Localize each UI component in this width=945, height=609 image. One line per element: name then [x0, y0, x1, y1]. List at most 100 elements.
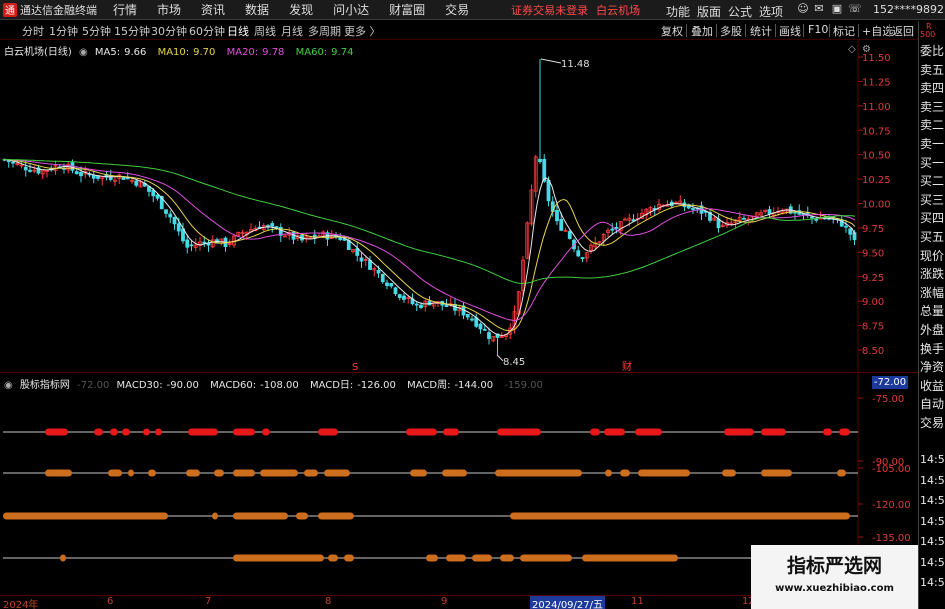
pane-separator: [0, 372, 918, 373]
menu-wealth[interactable]: 财富圈: [389, 1, 425, 18]
macd-signal-bar: [296, 512, 308, 520]
menu-news[interactable]: 资讯: [201, 1, 225, 18]
candle-body: [419, 304, 423, 309]
price-axis-label: 8.75: [862, 322, 884, 333]
macd-signal-bar: [590, 428, 600, 436]
menu-quotes[interactable]: 行情: [113, 1, 137, 18]
macd-signal-bar: [837, 469, 846, 477]
candle-body: [380, 273, 385, 283]
period-tab-1min[interactable]: 1分钟: [49, 23, 78, 39]
tool-draw[interactable]: 画线: [779, 23, 801, 39]
macd-signal-bar: [233, 428, 255, 436]
tool-mark[interactable]: 标记: [833, 23, 855, 39]
tool-back[interactable]: 返回: [892, 23, 914, 39]
macd-signal-bar: [233, 512, 288, 520]
candle-body: [844, 225, 848, 228]
period-tab-weekly[interactable]: 周线: [254, 23, 276, 39]
side-field-label: 卖四: [920, 81, 945, 96]
toolbar-divider: [803, 24, 804, 37]
macd-signal-bar: [510, 512, 850, 520]
high-pointer: [540, 58, 562, 64]
watermark-title: 指标严选网: [786, 555, 882, 577]
candle-body: [96, 175, 100, 179]
menu-market[interactable]: 市场: [157, 1, 181, 18]
candle-body: [389, 283, 394, 287]
macd-day-label: MACD日: -126.00: [309, 380, 396, 391]
tool-adjust[interactable]: 复权: [661, 23, 683, 39]
side-field-label: 交易: [920, 416, 945, 430]
kline-chart[interactable]: 11.5011.2511.0010.7510.5010.2510.009.759…: [0, 40, 918, 595]
period-tab-5min[interactable]: 5分钟: [82, 23, 111, 39]
side-field-label: 买一: [920, 155, 945, 170]
candle-body: [134, 180, 139, 186]
candle-body: [482, 328, 487, 331]
indicator-settings-icon[interactable]: ◉: [4, 380, 13, 391]
menu-ask[interactable]: 问小达: [333, 1, 369, 18]
candle-body: [691, 208, 695, 210]
side-field-label: 自动: [920, 397, 945, 412]
side-trade-time: 14:56: [920, 535, 945, 548]
menu-options[interactable]: 选项: [759, 3, 783, 20]
macd-week-label: MACD周: -144.00: [407, 380, 494, 391]
mail-icon[interactable]: ✉: [812, 2, 826, 16]
macd-axis-label: -75.00: [872, 394, 904, 405]
macd-signal-bar: [94, 428, 103, 436]
macd-signal-bar: [446, 554, 466, 562]
candle-body: [848, 228, 853, 235]
user-icon[interactable]: ☺: [796, 2, 810, 16]
account-id[interactable]: 152****9892: [873, 3, 944, 16]
period-tab-daily[interactable]: 日线: [227, 23, 249, 39]
ma-settings-icon[interactable]: ◉: [79, 47, 88, 58]
candle-body: [470, 318, 474, 321]
period-tab-30min[interactable]: 30分钟: [151, 23, 187, 39]
macd-signal-bar: [635, 428, 662, 436]
macd-signal-bar: [110, 428, 118, 436]
period-tab-monthly[interactable]: 月线: [281, 23, 303, 39]
login-warning[interactable]: 证券交易未登录: [511, 2, 588, 18]
price-axis-label: 11.00: [862, 102, 891, 113]
menu-discover[interactable]: 发现: [289, 1, 313, 18]
macd-signal-bar: [122, 428, 130, 436]
menu-layout[interactable]: 版面: [697, 3, 721, 20]
side-field-label: 外盘: [920, 323, 945, 337]
tool-f10[interactable]: F10: [808, 23, 828, 36]
toolbar-divider: [829, 24, 830, 37]
period-tab-timeshare[interactable]: 分时: [22, 23, 44, 39]
macd-signal-bar: [233, 469, 255, 477]
period-tab-multi[interactable]: 多周期: [308, 23, 341, 39]
tool-multistock[interactable]: 多股: [720, 23, 742, 39]
price-axis-label: 9.75: [862, 224, 884, 235]
period-tab-60min[interactable]: 60分钟: [189, 23, 225, 39]
low-price-label: 8.45: [503, 357, 525, 368]
side-trade-time: 14:56: [920, 473, 945, 487]
side-trade-time: 14:56: [920, 576, 945, 589]
macd-signal-bar: [344, 554, 354, 562]
menu-function[interactable]: 功能: [666, 3, 690, 20]
macd-signal-bar: [128, 469, 134, 477]
date-label: 8: [325, 596, 332, 607]
message-icon[interactable]: ▣: [830, 2, 844, 16]
candle-body: [393, 287, 398, 295]
menu-data[interactable]: 数据: [245, 1, 269, 18]
candle-body: [767, 209, 772, 215]
candle-body: [385, 282, 389, 286]
phone-icon[interactable]: ☏: [848, 2, 862, 16]
macd-signal-bar: [212, 512, 218, 520]
price-axis-label: 8.50: [862, 346, 884, 357]
macd-signal-bar: [214, 469, 224, 477]
ma60-label: MA60: 9.74: [295, 47, 354, 58]
period-tab-more[interactable]: 更多 〉: [344, 23, 381, 39]
indicator-name[interactable]: 股标指标网: [20, 380, 70, 391]
candle-body: [74, 171, 79, 175]
menu-formula[interactable]: 公式: [728, 3, 752, 20]
side-trade-time: 14:56: [920, 514, 945, 528]
side-trade-time: 14:56: [920, 453, 945, 466]
watermark: 指标严选网 www.xuezhibiao.com: [751, 545, 918, 609]
candle-body: [414, 303, 419, 306]
price-axis-label: 9.25: [862, 273, 884, 284]
tool-overlay[interactable]: 叠加: [691, 23, 713, 39]
candle-body: [176, 223, 181, 232]
period-tab-15min[interactable]: 15分钟: [114, 23, 150, 39]
menu-trade[interactable]: 交易: [445, 1, 469, 18]
tool-stats[interactable]: 统计: [750, 23, 772, 39]
